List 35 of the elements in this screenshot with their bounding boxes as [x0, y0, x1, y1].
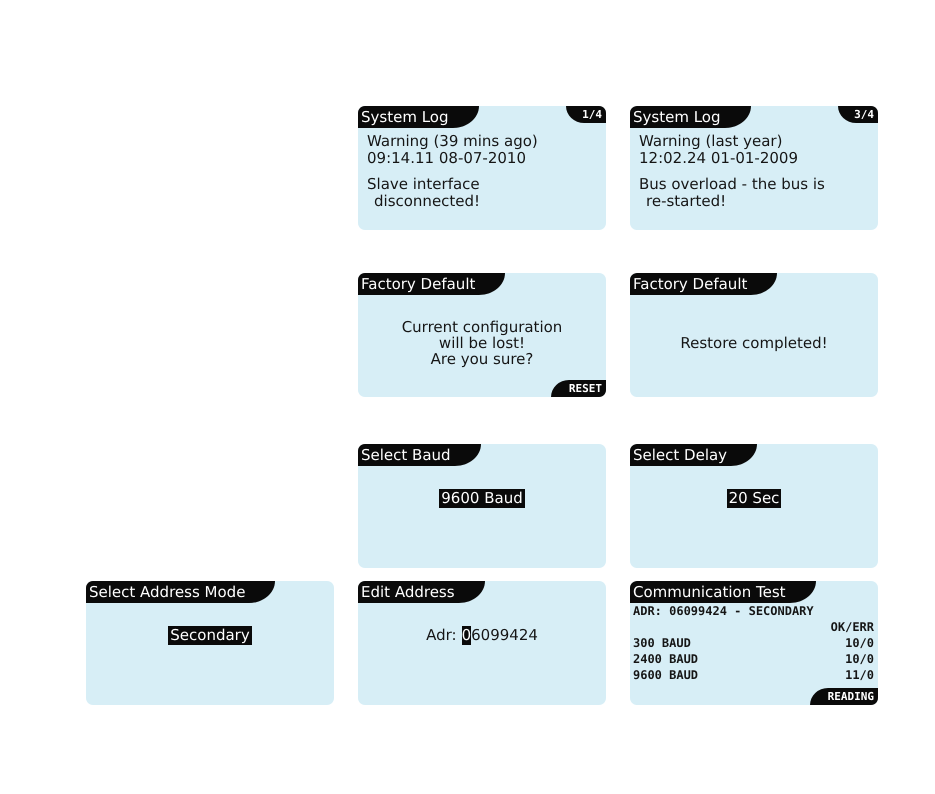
baud-rate: 9600 BAUD — [633, 667, 698, 683]
highlighted-option[interactable]: Secondary — [168, 626, 252, 645]
screen-title: Select Address Mode — [86, 581, 276, 603]
page-indicator: 1/4 — [566, 106, 606, 123]
highlighted-option[interactable]: 9600 Baud — [439, 489, 525, 508]
baud-rate: 2400 BAUD — [633, 651, 698, 667]
log-message: Slave interface disconnected! — [367, 176, 482, 210]
column-header: OK/ERR — [830, 619, 874, 635]
page-indicator: 3/4 — [838, 106, 878, 123]
baud-rate: 300 BAUD — [633, 635, 691, 651]
log-message: Bus overload - the bus is re-started! — [639, 176, 826, 210]
log-heading: Warning (last year) — [639, 133, 784, 150]
test-result: 10/0 — [845, 651, 874, 667]
log-heading: Warning (39 mins ago) — [367, 133, 539, 150]
softkey-label: READING — [810, 688, 878, 705]
log-timestamp: 12:02.24 01-01-2009 — [639, 150, 800, 167]
screen-title: Select Delay — [630, 444, 758, 466]
screen-title: Communication Test — [630, 581, 816, 603]
address-line: ADR: 06099424 - SECONDARY — [633, 604, 814, 618]
text-cursor[interactable]: 0 — [462, 626, 472, 645]
test-result: 10/0 — [845, 635, 874, 651]
screen-title: System Log — [630, 106, 750, 128]
test-result: 11/0 — [845, 667, 874, 683]
screen-title: Factory Default — [358, 273, 506, 295]
screen-title: System Log — [358, 106, 478, 128]
confirm-message: Current configuration will be lost! Are you sure? — [402, 319, 562, 367]
softkey-label: RESET — [550, 380, 606, 397]
highlighted-option[interactable]: 20 Sec — [726, 489, 782, 508]
address-digits[interactable]: 6099424 — [471, 626, 538, 645]
status-message: Restore completed! — [680, 335, 828, 351]
screen-title: Factory Default — [630, 273, 778, 295]
address-label: Adr: — [426, 626, 457, 645]
screen-title: Edit Address — [358, 581, 485, 603]
screen-title: Select Baud — [358, 444, 481, 466]
log-timestamp: 09:14.11 08-07-2010 — [367, 150, 526, 167]
